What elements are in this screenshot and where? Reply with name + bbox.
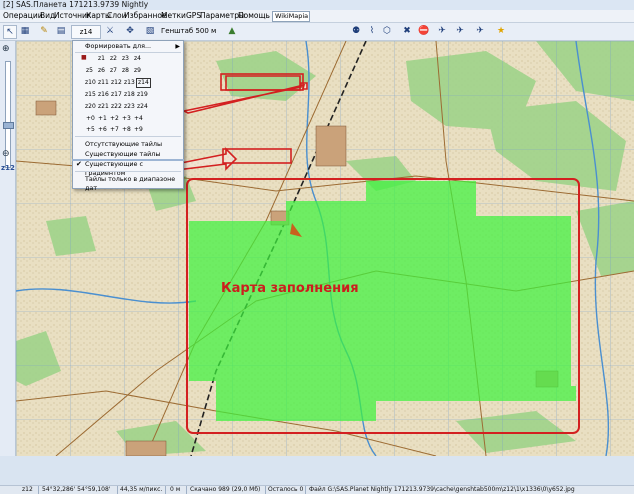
zoom-z16[interactable]: z16 — [98, 91, 109, 99]
zoom-z9[interactable]: z9 — [134, 67, 141, 75]
zoom-plus8[interactable]: +8 — [122, 126, 131, 134]
layers-icon[interactable]: ▦ — [19, 25, 31, 37]
zoom-plus5[interactable]: +5 — [86, 126, 95, 134]
zoom-z23[interactable]: z23 — [124, 103, 135, 111]
zoom-z14-selected[interactable]: z14 — [136, 78, 151, 88]
zoom-z10[interactable]: z10 — [85, 79, 96, 87]
menu-bar: Операции Вид Источник Карты Слои Избранн… — [0, 10, 634, 23]
map-icon[interactable]: ▧ — [144, 25, 156, 37]
ruler-icon[interactable]: ⚔ — [103, 25, 117, 37]
date-range-label: Тайлы только в диапазоне дат — [85, 175, 176, 192]
zoom-plus1[interactable]: +1 — [98, 115, 107, 123]
gps-track-icon[interactable]: ✈ — [455, 25, 465, 37]
menu-gps[interactable]: GPS — [186, 10, 201, 22]
gps-icon[interactable]: ✈ — [437, 25, 447, 37]
stop-icon[interactable]: ⛔ — [418, 25, 429, 37]
zoom-z19[interactable]: z19 — [137, 91, 148, 99]
zoom-dropdown-menu: Формировать для... ▶ ■ z1 z2 z3 z4 z5 z6… — [72, 40, 184, 192]
zoom-plus4[interactable]: +4 — [134, 115, 143, 123]
zoom-z12[interactable]: z12 — [111, 79, 122, 87]
zoom-z5[interactable]: z5 — [86, 67, 93, 75]
menu-help[interactable]: Помощь — [238, 10, 270, 22]
menu-marks[interactable]: Метки — [161, 10, 186, 22]
coverage-annotation: Карта заполнения — [221, 281, 359, 296]
gps-center-icon[interactable]: ✈ — [475, 25, 485, 37]
menu-divider — [75, 136, 181, 137]
zoom-plus0[interactable]: +0 — [86, 115, 95, 123]
zoom-z3[interactable]: z3 — [122, 55, 129, 63]
favorites-icon[interactable]: ★ — [495, 25, 507, 37]
pin-icon[interactable]: ⚉ — [351, 25, 361, 37]
zoom-z13[interactable]: z13 — [124, 79, 135, 87]
zoom-z11[interactable]: z11 — [98, 79, 109, 87]
zoom-z24[interactable]: z24 — [137, 103, 148, 111]
menu-divider — [75, 52, 181, 53]
menu-operations[interactable]: Операции — [3, 10, 43, 22]
grid-icon[interactable]: ▤ — [55, 25, 67, 37]
zoom-slider-thumb[interactable] — [3, 122, 14, 129]
window-title: [2] SAS.Планета 171213.9739 Nightly — [3, 0, 149, 9]
zoom-z1[interactable]: z1 — [98, 55, 105, 63]
zoom-z20[interactable]: z20 — [85, 103, 96, 111]
zoom-z18[interactable]: z18 — [124, 91, 135, 99]
zoom-z7[interactable]: z7 — [110, 67, 117, 75]
zoom-z22[interactable]: z22 — [111, 103, 122, 111]
zoom-in-icon[interactable]: ⊕ — [2, 44, 10, 54]
zoom-bullet-icon: ■ — [81, 54, 87, 61]
zoom-z4[interactable]: z4 — [134, 55, 141, 63]
zoom-z21[interactable]: z21 — [98, 103, 109, 111]
zoom-level-label: z12 — [1, 164, 15, 172]
zoom-plus3[interactable]: +3 — [122, 115, 131, 123]
zoom-z2[interactable]: z2 — [110, 55, 117, 63]
submenu-arrow-icon: ▶ — [175, 43, 180, 50]
move-icon[interactable]: ✥ — [124, 25, 136, 37]
zoom-plus2[interactable]: +2 — [110, 115, 119, 123]
zoom-select-label: z14 — [79, 28, 93, 36]
terrain-icon[interactable]: ▲ — [226, 25, 238, 37]
zoom-panel: ⊕ ⊖ z12 — [0, 41, 16, 456]
zoom-z17[interactable]: z17 — [111, 91, 122, 99]
build-for-label: Формировать для... — [85, 42, 152, 50]
zoom-z8[interactable]: z8 — [122, 67, 129, 75]
zoom-plus7[interactable]: +7 — [110, 126, 119, 134]
zoom-plus6[interactable]: +6 — [98, 126, 107, 134]
zoom-plus9[interactable]: +9 — [134, 126, 143, 134]
checkmark-icon: ✔ — [76, 160, 82, 168]
zoom-z15[interactable]: z15 — [85, 91, 96, 99]
path-icon[interactable]: ⌇ — [367, 25, 377, 37]
toolbar: ↖ ▦ ✎ ▤ z14 ⚔ ✥ ▧ Генштаб 500 м ▲ ⚉ ⌇ ⬡ … — [0, 23, 634, 41]
select-tool-icon[interactable]: ↖ — [3, 25, 17, 39]
polygon-icon[interactable]: ⬡ — [382, 25, 392, 37]
scale-label[interactable]: Генштаб 500 м — [161, 26, 216, 37]
existing-tiles-label: Существующие тайлы — [85, 150, 161, 158]
missing-tiles-label: Отсутствующие тайлы — [85, 140, 162, 148]
zoom-out-icon[interactable]: ⊖ — [2, 149, 10, 159]
wikimapia-label: WikiMapia — [275, 12, 309, 20]
menu-view[interactable]: Вид — [40, 10, 55, 22]
zoom-z6[interactable]: z6 — [98, 67, 105, 75]
wikimapia-select[interactable]: WikiMapia — [272, 11, 310, 22]
delete-icon[interactable]: ✖ — [402, 25, 412, 37]
pencil-icon[interactable]: ✎ — [38, 25, 50, 37]
zoom-select-button[interactable]: z14 — [71, 25, 101, 39]
menu-divider — [75, 171, 181, 172]
